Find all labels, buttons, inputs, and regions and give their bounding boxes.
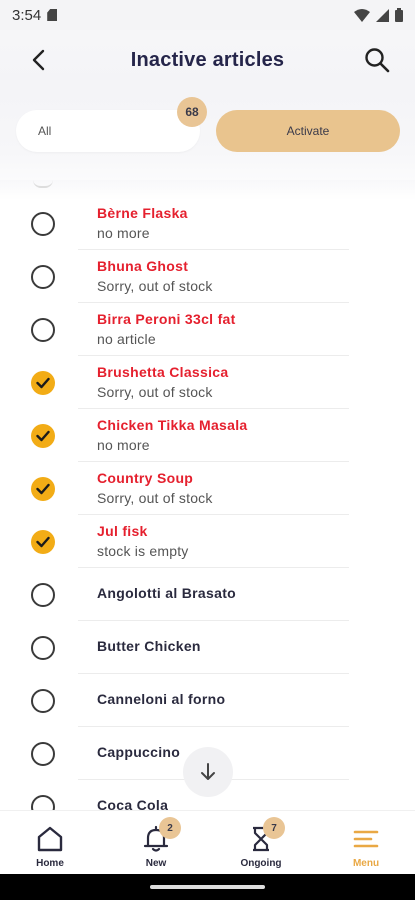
ongoing-badge: 7	[263, 817, 285, 839]
all-filter-button[interactable]: All	[16, 110, 200, 152]
item-name: Jul fisk	[97, 523, 148, 539]
list-item[interactable]: Jul fisk stock is empty	[0, 515, 415, 568]
item-name: Country Soup	[97, 470, 194, 486]
arrow-down-icon	[201, 763, 215, 780]
nav-menu-label: Menu	[352, 858, 380, 869]
list-item[interactable]: Bèrne Flaska no more	[0, 197, 415, 250]
item-text: Birra Peroni 33cl fat no article	[97, 311, 236, 347]
item-name: Birra Peroni 33cl fat	[97, 311, 236, 327]
item-text: Cappuccino	[97, 744, 180, 760]
item-text: Country Soup Sorry, out of stock	[97, 470, 213, 506]
nav-menu[interactable]: Menu	[326, 811, 406, 875]
scroll-down-button[interactable]	[183, 747, 233, 797]
nav-ongoing-label: Ongoing	[240, 858, 282, 869]
checkbox[interactable]	[31, 689, 55, 713]
search-icon	[365, 48, 390, 73]
checkbox[interactable]	[31, 636, 55, 660]
item-text: Bèrne Flaska no more	[97, 205, 188, 241]
activate-label: Activate	[286, 124, 330, 138]
android-nav-bar	[0, 874, 415, 900]
item-text: Bhuna Ghost Sorry, out of stock	[97, 258, 213, 294]
bottom-nav: Home New 2 Ongoing 7 Menu	[0, 810, 415, 874]
battery-icon	[395, 8, 403, 22]
app-header: Inactive articles	[0, 30, 415, 90]
checkbox[interactable]	[31, 583, 55, 607]
item-name: Angolotti al Brasato	[97, 585, 237, 601]
list-item[interactable]: Canneloni al forno	[0, 674, 415, 727]
item-reason: no article	[97, 331, 156, 347]
list-item[interactable]: Country Soup Sorry, out of stock	[0, 462, 415, 515]
list-item[interactable]: Bhuna Ghost Sorry, out of stock	[0, 250, 415, 303]
signal-icon	[376, 8, 389, 22]
item-name: Bèrne Flaska	[97, 205, 188, 221]
item-text: Canneloni al forno	[97, 691, 225, 707]
item-text: Angolotti al Brasato	[97, 585, 236, 601]
checkbox[interactable]	[31, 424, 55, 448]
nav-ongoing[interactable]: Ongoing 7	[221, 811, 301, 875]
check-icon	[36, 536, 50, 548]
item-name: Coca Cola	[97, 797, 169, 810]
sd-card-icon	[47, 9, 58, 21]
item-text: Jul fisk stock is empty	[97, 523, 189, 559]
filter-bar: All 68 Activate	[0, 90, 415, 180]
all-filter-label: All	[38, 124, 52, 138]
list-item[interactable]: Brushetta Classica Sorry, out of stock	[0, 356, 415, 409]
checkbox[interactable]	[31, 265, 55, 289]
checkbox[interactable]	[31, 477, 55, 501]
item-name: Cappuccino	[97, 744, 181, 760]
item-text: Butter Chicken	[97, 638, 201, 654]
item-name: Bhuna Ghost	[97, 258, 189, 274]
page-title: Inactive articles	[130, 48, 285, 71]
item-reason: Sorry, out of stock	[97, 278, 213, 294]
item-name: Chicken Tikka Masala	[97, 417, 248, 433]
status-bar: 3:54	[0, 0, 415, 30]
item-text: Chicken Tikka Masala no more	[97, 417, 247, 453]
back-arrow-icon	[32, 49, 45, 71]
list-top-fade	[0, 180, 415, 200]
list-item[interactable]: Angolotti al Brasato	[0, 568, 415, 621]
wifi-icon	[354, 8, 370, 22]
nav-new[interactable]: New 2	[116, 811, 196, 875]
checkbox[interactable]	[31, 371, 55, 395]
item-name: Brushetta Classica	[97, 364, 229, 380]
checkbox[interactable]	[31, 318, 55, 342]
item-name: Canneloni al forno	[97, 691, 226, 707]
article-list[interactable]: Bèrne Flaska no more Bhuna Ghost Sorry, out…	[0, 180, 415, 810]
checkbox[interactable]	[31, 742, 55, 766]
list-item[interactable]: Butter Chicken	[0, 621, 415, 674]
item-text: Brushetta Classica Sorry, out of stock	[97, 364, 228, 400]
new-badge: 2	[159, 817, 181, 839]
item-reason: stock is empty	[97, 543, 189, 559]
check-icon	[36, 377, 50, 389]
list-item[interactable]: Chicken Tikka Masala no more	[0, 409, 415, 462]
menu-icon	[353, 830, 379, 848]
check-icon	[36, 483, 50, 495]
check-icon	[36, 430, 50, 442]
item-reason: Sorry, out of stock	[97, 490, 213, 506]
nav-new-label: New	[145, 858, 167, 869]
count-badge: 68	[177, 97, 207, 127]
item-name: Butter Chicken	[97, 638, 201, 654]
item-reason: Sorry, out of stock	[97, 384, 213, 400]
status-time: 3:54	[12, 6, 42, 24]
activate-button[interactable]: Activate	[216, 110, 400, 152]
back-button[interactable]	[20, 42, 56, 78]
item-text: Coca Cola	[97, 797, 168, 810]
nav-home-label: Home	[36, 858, 64, 869]
item-reason: no more	[97, 437, 150, 453]
nav-home[interactable]: Home	[10, 811, 90, 875]
search-button[interactable]	[359, 42, 395, 78]
home-gesture-pill[interactable]	[150, 885, 265, 889]
status-icons	[354, 8, 403, 22]
checkbox[interactable]	[31, 530, 55, 554]
checkbox[interactable]	[31, 795, 55, 810]
list-item[interactable]: Birra Peroni 33cl fat no article	[0, 303, 415, 356]
item-reason: no more	[97, 225, 150, 241]
checkbox[interactable]	[31, 212, 55, 236]
home-icon	[37, 826, 63, 852]
